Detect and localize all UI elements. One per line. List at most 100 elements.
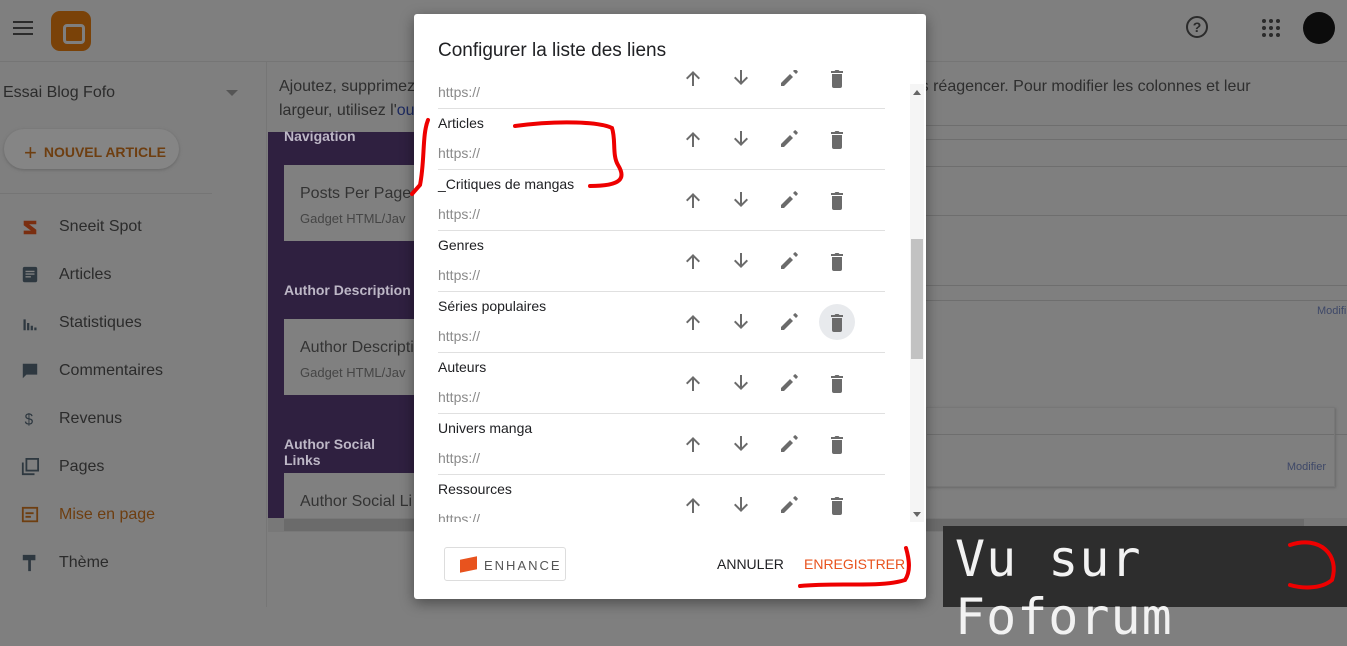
move-up-button[interactable] bbox=[675, 426, 711, 462]
delete-button[interactable] bbox=[819, 304, 855, 340]
sidebar-item-label: Articles bbox=[59, 266, 112, 283]
vertical-scrollbar[interactable] bbox=[910, 84, 924, 522]
scroll-up-icon[interactable] bbox=[913, 86, 921, 95]
sidebar-item-comment[interactable]: Commentaires bbox=[0, 356, 260, 386]
gadget-card[interactable]: Posts Per Page Gadget HTML/Jav bbox=[284, 165, 414, 241]
link-name[interactable]: Auteurs bbox=[438, 359, 486, 375]
scroll-down-icon[interactable] bbox=[913, 512, 921, 521]
move-up-button[interactable] bbox=[675, 243, 711, 279]
move-down-button[interactable] bbox=[723, 426, 759, 462]
sidebar-item-layout[interactable]: Mise en page bbox=[0, 500, 260, 530]
move-down-button[interactable] bbox=[723, 121, 759, 157]
move-up-button[interactable] bbox=[675, 121, 711, 157]
blogger-logo[interactable] bbox=[51, 11, 91, 51]
section-title: Navigation bbox=[284, 128, 356, 144]
link-url[interactable]: https:// bbox=[438, 267, 480, 283]
link-url[interactable]: https:// bbox=[438, 511, 480, 522]
move-down-button[interactable] bbox=[723, 70, 759, 96]
blog-selector[interactable]: Essai Blog Fofo bbox=[3, 84, 115, 102]
gadget-card[interactable]: Author Social Li bbox=[284, 473, 414, 523]
sidebar-item-article[interactable]: Articles bbox=[0, 260, 260, 290]
sidebar-item-sneeit[interactable]: Sneeit Spot bbox=[0, 212, 260, 242]
delete-button[interactable] bbox=[819, 121, 855, 157]
sneeit-icon bbox=[23, 220, 37, 235]
link-name[interactable]: Articles bbox=[438, 115, 484, 131]
pencil-icon bbox=[781, 191, 798, 208]
edit-button[interactable] bbox=[771, 365, 807, 401]
move-up-button[interactable] bbox=[675, 365, 711, 401]
link-url[interactable]: https:// bbox=[438, 145, 480, 161]
link-row: Ressources https:// bbox=[438, 475, 885, 522]
edit-button[interactable] bbox=[771, 243, 807, 279]
trash-icon bbox=[831, 375, 843, 393]
sidebar-item-stats[interactable]: Statistiques bbox=[0, 308, 260, 338]
link-url[interactable]: https:// bbox=[438, 206, 480, 222]
link-name[interactable]: Ressources bbox=[438, 481, 512, 497]
watermark: Vu sur Foforum bbox=[943, 526, 1347, 646]
gadget-card[interactable]: Author Descripti Gadget HTML/Jav bbox=[284, 319, 414, 395]
edit-button[interactable] bbox=[771, 121, 807, 157]
layout-icon bbox=[21, 506, 39, 523]
link-name[interactable]: Genres bbox=[438, 237, 484, 253]
sidebar-item-label: Statistiques bbox=[59, 314, 142, 331]
enhance-button[interactable]: ENHANCE bbox=[444, 547, 566, 581]
move-down-button[interactable] bbox=[723, 487, 759, 522]
link-url[interactable]: https:// bbox=[438, 450, 480, 466]
link-name[interactable]: Séries populaires bbox=[438, 298, 546, 314]
sidebar-item-paint-roller[interactable]: Thème bbox=[0, 548, 260, 578]
comment-icon bbox=[22, 363, 38, 379]
move-down-button[interactable] bbox=[723, 243, 759, 279]
delete-button[interactable] bbox=[819, 182, 855, 218]
arrow-down-icon bbox=[734, 375, 748, 390]
pages-icon bbox=[21, 458, 39, 476]
pencil-icon bbox=[781, 313, 798, 330]
link-url[interactable]: https:// bbox=[438, 389, 480, 405]
apps-grid-icon[interactable] bbox=[1262, 19, 1280, 37]
sidebar-item-label: Commentaires bbox=[59, 362, 164, 379]
sneeit-icon bbox=[460, 556, 477, 573]
edit-button[interactable] bbox=[771, 426, 807, 462]
arrow-up-icon bbox=[686, 132, 700, 147]
move-up-button[interactable] bbox=[675, 70, 711, 96]
chevron-down-icon[interactable] bbox=[226, 90, 238, 102]
section-column: Navigation Posts Per Page Gadget HTML/Jav… bbox=[268, 128, 415, 523]
arrow-down-icon bbox=[734, 192, 748, 207]
move-up-button[interactable] bbox=[675, 487, 711, 522]
delete-button[interactable] bbox=[819, 70, 855, 96]
save-button[interactable]: ENREGISTRER bbox=[804, 556, 905, 572]
delete-button[interactable] bbox=[819, 426, 855, 462]
move-down-button[interactable] bbox=[723, 365, 759, 401]
trash-icon bbox=[831, 70, 843, 88]
menu-icon[interactable] bbox=[13, 21, 33, 35]
edit-button[interactable] bbox=[771, 182, 807, 218]
modify-link[interactable]: Modifier bbox=[1287, 461, 1326, 473]
move-up-button[interactable] bbox=[675, 182, 711, 218]
help-circle-icon[interactable]: ? bbox=[1186, 16, 1208, 38]
new-post-button[interactable]: + NOUVEL ARTICLE bbox=[4, 129, 179, 169]
cancel-button[interactable]: ANNULER bbox=[717, 556, 784, 572]
edit-button[interactable] bbox=[771, 487, 807, 522]
delete-button[interactable] bbox=[819, 487, 855, 522]
move-down-button[interactable] bbox=[723, 304, 759, 340]
link-url[interactable]: https:// bbox=[438, 84, 480, 100]
delete-button[interactable] bbox=[819, 365, 855, 401]
avatar[interactable] bbox=[1303, 12, 1335, 44]
sidebar-item-pages[interactable]: Pages bbox=[0, 452, 260, 482]
sidebar-item-label: Thème bbox=[59, 554, 109, 571]
edit-button[interactable] bbox=[771, 70, 807, 96]
sidebar-item-dollar[interactable]: $ Revenus bbox=[0, 404, 260, 434]
link-name[interactable]: _Critiques de mangas bbox=[438, 176, 574, 192]
link-name[interactable]: Univers manga bbox=[438, 420, 532, 436]
gadget-card[interactable]: Modifier bbox=[926, 407, 1335, 487]
scroll-thumb[interactable] bbox=[911, 239, 923, 359]
move-up-button[interactable] bbox=[675, 304, 711, 340]
delete-button[interactable] bbox=[819, 243, 855, 279]
dialog-title: Configurer la liste des liens bbox=[438, 40, 667, 61]
layout-tool-link[interactable]: ou bbox=[397, 102, 415, 119]
link-row: https:// bbox=[438, 70, 885, 109]
edit-button[interactable] bbox=[771, 304, 807, 340]
arrow-down-icon bbox=[734, 70, 748, 85]
move-down-button[interactable] bbox=[723, 182, 759, 218]
link-url[interactable]: https:// bbox=[438, 328, 480, 344]
modify-link[interactable]: Modifi bbox=[1317, 305, 1346, 317]
